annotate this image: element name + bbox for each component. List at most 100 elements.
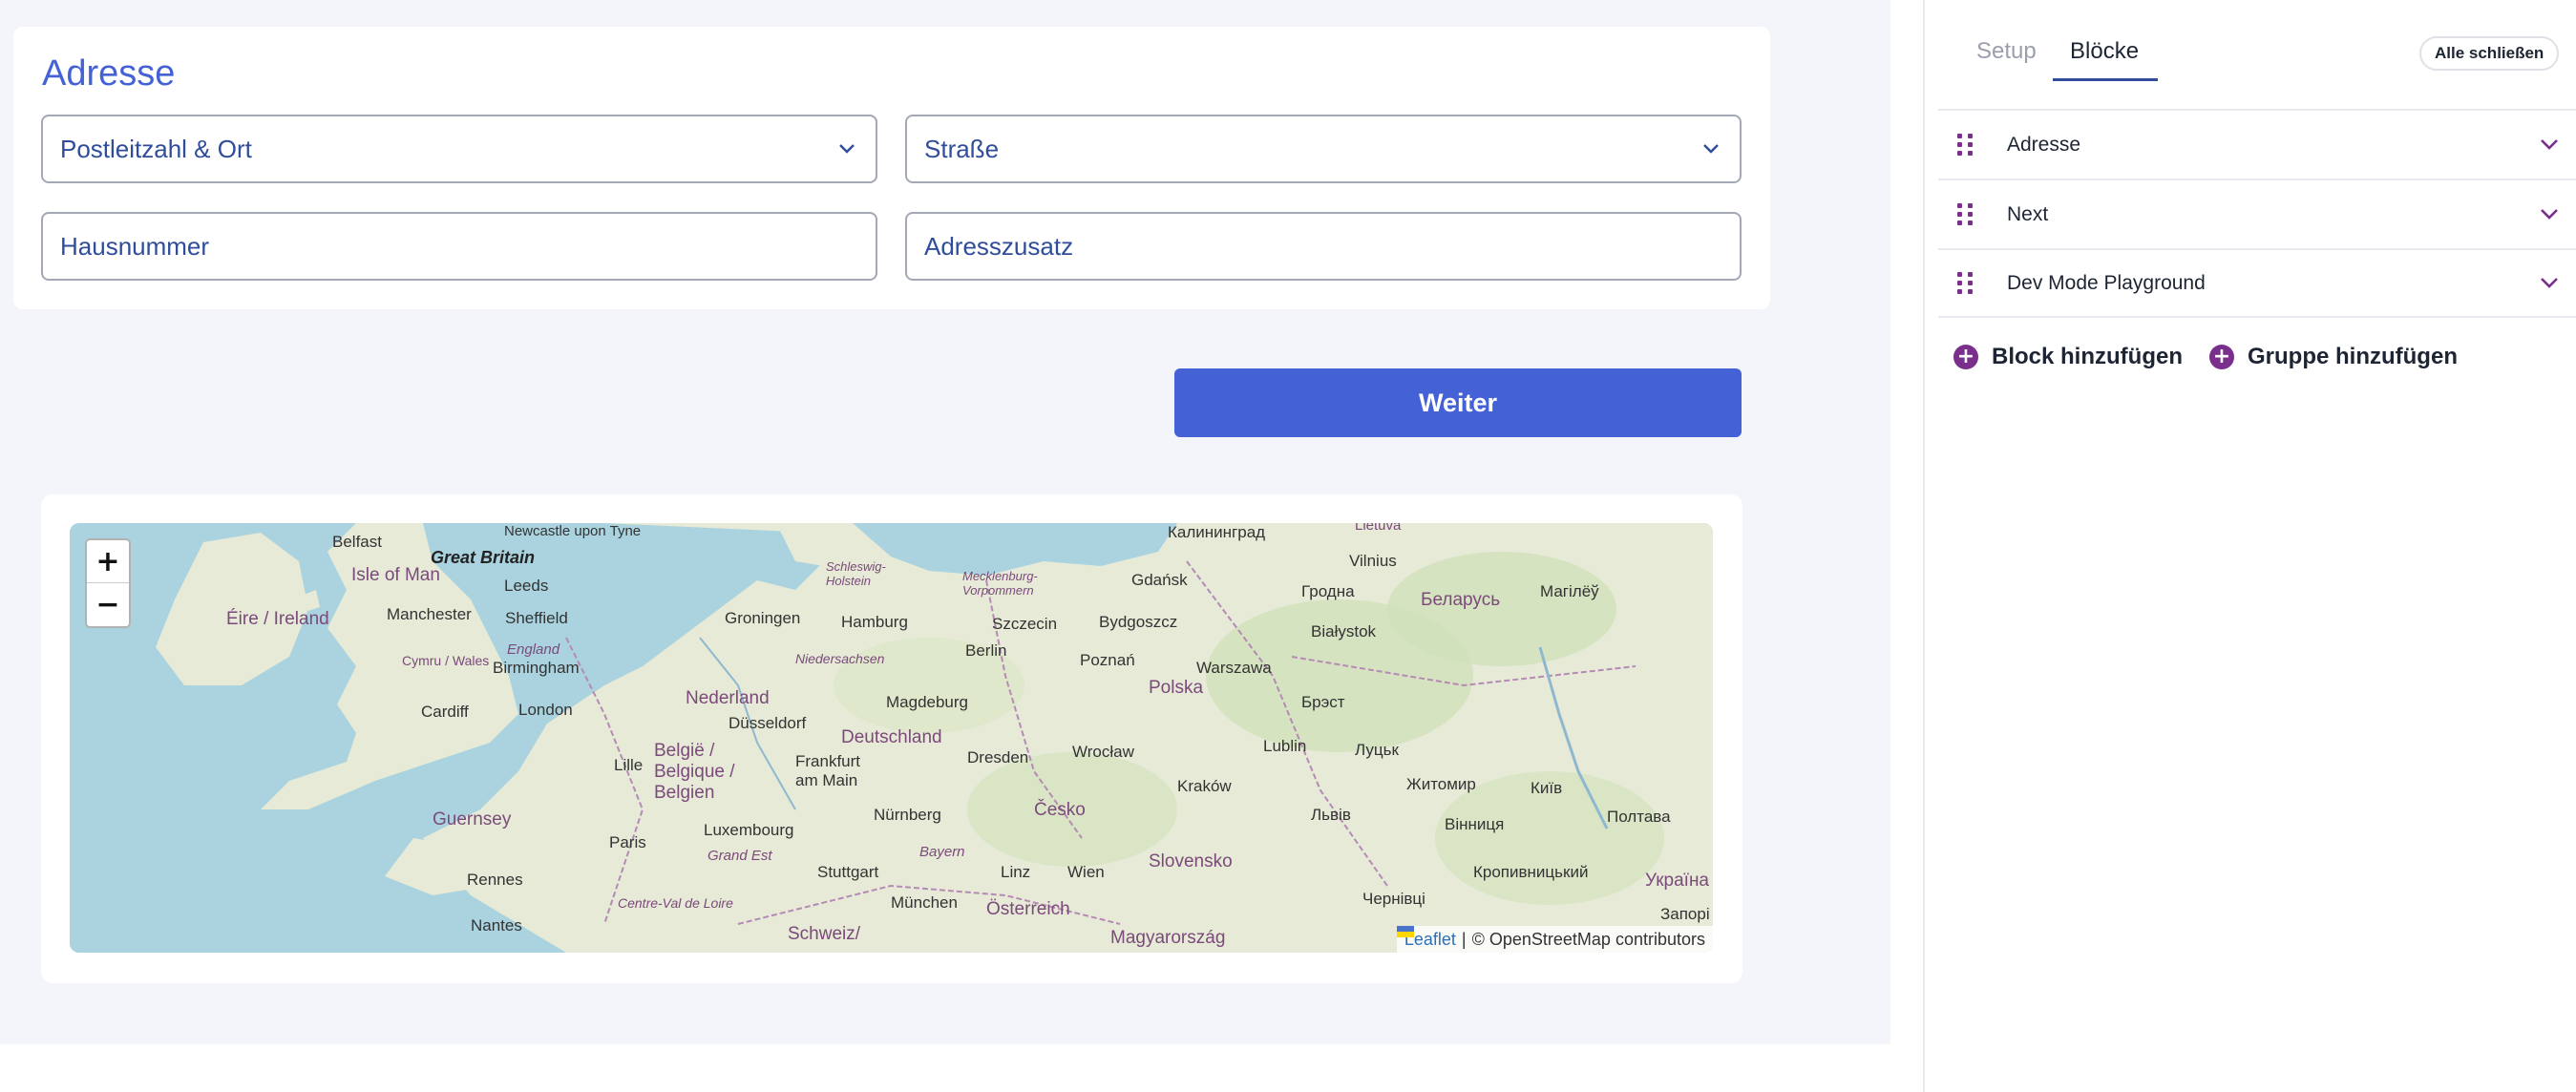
map-label: Bayern bbox=[919, 844, 965, 860]
map-label: Cymru / Wales bbox=[402, 653, 490, 668]
street-select[interactable]: Straße bbox=[905, 115, 1742, 183]
map-label: Україна bbox=[1645, 871, 1710, 891]
map-label: Schweiz/ bbox=[788, 924, 861, 944]
tab-setup[interactable]: Setup bbox=[1976, 38, 2037, 65]
plus-icon: + bbox=[1953, 345, 1978, 369]
map-label: Česko bbox=[1034, 800, 1086, 820]
map-label: Österreich bbox=[986, 899, 1070, 919]
chevron-down-icon bbox=[818, 143, 876, 155]
map-label: Polska bbox=[1149, 678, 1204, 698]
map-label: Great Britain bbox=[431, 548, 536, 567]
leaflet-link[interactable]: Leaflet bbox=[1396, 926, 1456, 950]
drag-handle-icon[interactable] bbox=[1957, 203, 1976, 225]
block-item-next[interactable]: Next bbox=[1938, 178, 2576, 248]
add-group-label: Gruppe hinzufügen bbox=[2248, 344, 2458, 369]
map[interactable]: Belfast Newcastle upon Tyne Great Britai… bbox=[70, 523, 1713, 953]
drag-handle-icon[interactable] bbox=[1957, 134, 1976, 156]
map-label: Guernsey bbox=[433, 809, 512, 830]
address-card: Adresse Postleitzahl & Ort Straße Hausnu… bbox=[13, 27, 1770, 309]
map-label: Frankfurt am Main bbox=[795, 752, 861, 789]
map-label: Stuttgart bbox=[817, 863, 879, 881]
map-label: Kraków bbox=[1177, 777, 1232, 795]
map-label: Bydgoszcz bbox=[1099, 613, 1178, 631]
map-label: Poznań bbox=[1080, 651, 1135, 669]
osm-attribution: © OpenStreetMap contributors bbox=[1471, 929, 1705, 949]
map-label: Nürnberg bbox=[874, 806, 941, 824]
map-label: Slovensko bbox=[1149, 851, 1233, 872]
map-label: Białystok bbox=[1311, 622, 1377, 640]
map-label: Беларусь bbox=[1421, 590, 1501, 610]
map-label: Sheffield bbox=[505, 609, 568, 627]
map-label: Брэст bbox=[1301, 693, 1345, 711]
map-label: Кропивницький bbox=[1473, 863, 1589, 881]
map-label: Belfast bbox=[332, 533, 382, 551]
map-label: Warszawa bbox=[1196, 659, 1272, 677]
map-label: Linz bbox=[1001, 863, 1031, 881]
map-label: Київ bbox=[1531, 779, 1563, 797]
map-label: Szczecin bbox=[992, 615, 1058, 633]
map-label: Wien bbox=[1067, 863, 1105, 881]
map-label: Schleswig-Holstein bbox=[826, 559, 886, 588]
map-attribution: Leaflet | © OpenStreetMap contributors bbox=[1396, 926, 1713, 953]
map-label: England bbox=[507, 641, 560, 658]
map-label: Rennes bbox=[467, 871, 523, 889]
house-number-label: Hausnummer bbox=[60, 231, 210, 261]
map-label: Hamburg bbox=[841, 613, 908, 631]
street-label: Straße bbox=[924, 134, 1000, 163]
map-label: Mecklenburg-Vorpommern bbox=[962, 569, 1038, 598]
map-label: Newcastle upon Tyne bbox=[504, 523, 642, 539]
map-label: Dresden bbox=[967, 748, 1029, 766]
chevron-down-icon[interactable] bbox=[2521, 208, 2576, 220]
add-actions: + Block hinzufügen + Gruppe hinzufügen bbox=[1953, 344, 2458, 370]
map-label: Düsseldorf bbox=[728, 714, 807, 732]
map-label: Éire / Ireland bbox=[226, 609, 329, 629]
map-label: London bbox=[518, 701, 573, 719]
block-item-dev-mode-playground[interactable]: Dev Mode Playground bbox=[1938, 248, 2576, 318]
map-label: Полтава bbox=[1607, 808, 1671, 826]
zoom-in-button[interactable]: + bbox=[87, 540, 129, 583]
map-label: Луцьк bbox=[1355, 741, 1399, 759]
house-number-input[interactable]: Hausnummer bbox=[41, 212, 877, 281]
map-label: Магілёў bbox=[1540, 582, 1599, 600]
map-label: Wrocław bbox=[1072, 743, 1134, 761]
map-card: Belfast Newcastle upon Tyne Great Britai… bbox=[41, 494, 1742, 983]
map-label: Калининград bbox=[1168, 523, 1266, 541]
map-label: Luxembourg bbox=[704, 821, 794, 839]
map-label: Гродна bbox=[1301, 582, 1355, 600]
map-label: Lietuva bbox=[1355, 523, 1402, 534]
chevron-down-icon bbox=[1682, 143, 1740, 155]
add-block-button[interactable]: + Block hinzufügen bbox=[1953, 344, 2183, 370]
chevron-down-icon[interactable] bbox=[2521, 138, 2576, 151]
block-item-adresse[interactable]: Adresse bbox=[1938, 109, 2576, 178]
postal-city-select[interactable]: Postleitzahl & Ort bbox=[41, 115, 877, 183]
next-button[interactable]: Weiter bbox=[1174, 368, 1742, 437]
tab-bloecke[interactable]: Blöcke bbox=[2070, 38, 2139, 65]
sidebar: Setup Blöcke Adresse Next Dev Mode Playg… bbox=[1923, 0, 2576, 1092]
chevron-down-icon[interactable] bbox=[2521, 277, 2576, 289]
map-label: Magdeburg bbox=[886, 693, 969, 711]
add-group-button[interactable]: + Gruppe hinzufügen bbox=[2209, 344, 2458, 370]
map-label: Niedersachsen bbox=[795, 651, 885, 666]
map-label: Magyarország bbox=[1110, 928, 1226, 948]
map-label: Чернівці bbox=[1362, 890, 1425, 908]
address-extra-input[interactable]: Adresszusatz bbox=[905, 212, 1742, 281]
map-label: Nantes bbox=[471, 916, 522, 934]
block-label: Next bbox=[2007, 202, 2049, 225]
add-block-label: Block hinzufügen bbox=[1992, 344, 2183, 369]
zoom-out-button[interactable]: − bbox=[87, 583, 129, 626]
block-label: Adresse bbox=[2007, 133, 2081, 156]
map-label: Lille bbox=[614, 756, 644, 774]
map-label: Vilnius bbox=[1349, 552, 1397, 570]
block-label: Dev Mode Playground bbox=[2007, 271, 2206, 294]
postal-city-label: Postleitzahl & Ort bbox=[60, 134, 252, 163]
map-label: Вінниця bbox=[1445, 815, 1505, 833]
drag-handle-icon[interactable] bbox=[1957, 272, 1976, 294]
map-label: München bbox=[891, 893, 958, 912]
map-label: Cardiff bbox=[421, 703, 469, 721]
map-label: Leeds bbox=[504, 577, 549, 595]
close-all-button[interactable]: Alle schließen bbox=[2419, 36, 2560, 71]
map-label: Manchester bbox=[387, 605, 472, 623]
map-label: Berlin bbox=[965, 641, 1007, 660]
active-tab-indicator bbox=[2053, 78, 2158, 81]
ukraine-flag-icon bbox=[1396, 926, 1414, 937]
